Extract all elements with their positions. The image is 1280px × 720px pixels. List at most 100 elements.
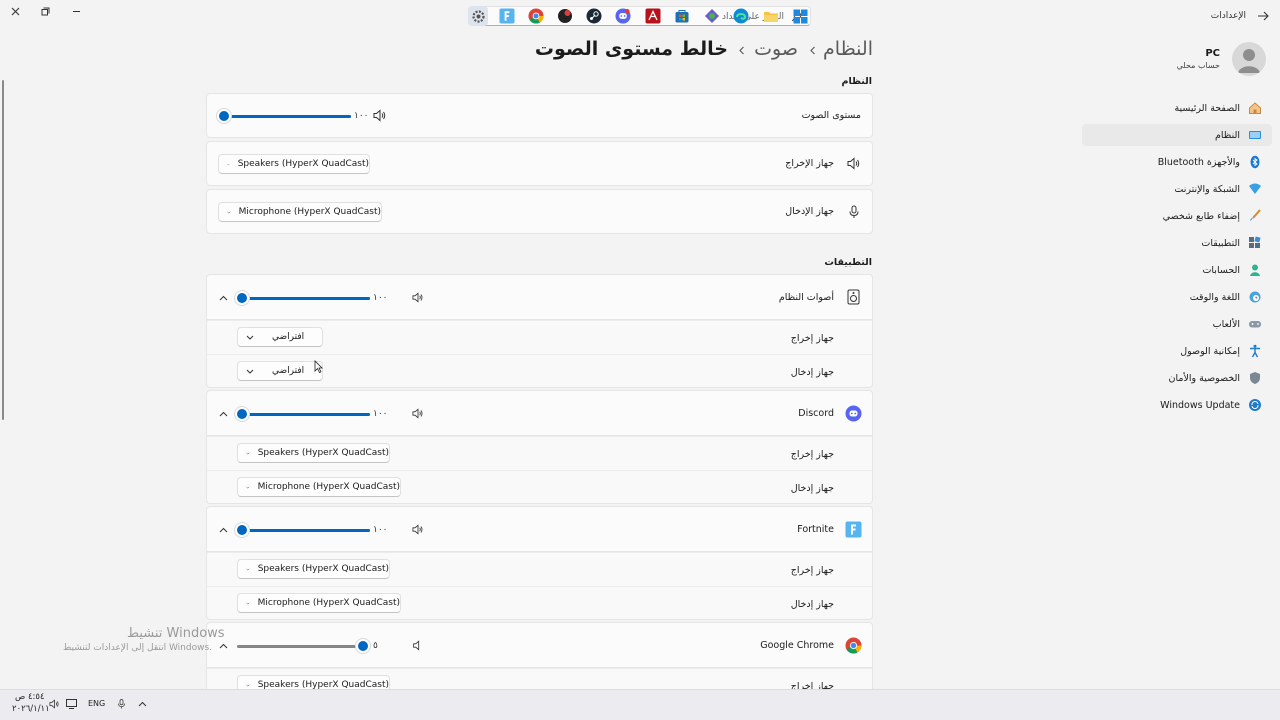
avatar[interactable] (1232, 42, 1266, 76)
app-input-dropdown[interactable]: Microphone (HyperX QuadCast) (237, 593, 401, 613)
back-button[interactable] (1256, 9, 1270, 23)
speaker-icon[interactable] (412, 408, 424, 419)
volume-tray-icon[interactable] (49, 699, 60, 709)
microphone-tray-icon[interactable] (117, 698, 126, 710)
bluetooth-icon (1248, 155, 1262, 169)
app-output-row: جهاز إخراج Speakers (HyperX QuadCast) (206, 668, 873, 695)
slider-thumb[interactable] (237, 525, 247, 535)
taskbar-store[interactable] (672, 6, 692, 26)
breadcrumb-item-sound[interactable]: صوت (754, 38, 798, 60)
taskbar-file-explorer[interactable] (761, 6, 781, 26)
discord-icon (845, 405, 862, 422)
input-label: جهاز إدخال (790, 599, 834, 610)
sidebar-item-label: إمكانية الوصول (1180, 345, 1240, 357)
speaker-icon[interactable] (412, 524, 424, 535)
scrollbar[interactable] (2, 80, 4, 420)
speaker-low-icon[interactable] (412, 640, 422, 651)
taskbar-chrome[interactable] (526, 6, 546, 26)
speaker-icon[interactable] (412, 292, 424, 303)
app-name: Fortnite (797, 524, 834, 535)
taskbar-discord[interactable] (613, 6, 633, 26)
app-input-dropdown[interactable]: Microphone (HyperX QuadCast) (237, 477, 401, 497)
dropdown-value: افتراضي (272, 366, 305, 376)
sidebar-item-home[interactable]: الصفحة الرئيسية (1082, 97, 1272, 119)
sidebar-item-apps[interactable]: التطبيقات (1082, 232, 1272, 254)
sidebar-item-windows-update[interactable]: Windows Update (1082, 394, 1272, 416)
taskbar-fortnite[interactable] (497, 6, 517, 26)
app-name: Google Chrome (760, 640, 834, 651)
network-tray-icon[interactable] (66, 699, 77, 709)
sidebar-item-bluetooth[interactable]: Bluetooth والأجهزة (1082, 151, 1272, 173)
taskbar-settings[interactable] (468, 6, 488, 26)
taskbar-date[interactable]: ٢٠٢٦/١/١١ (12, 704, 50, 714)
sidebar-item-gaming[interactable]: الألعاب (1082, 313, 1272, 335)
slider-thumb[interactable] (219, 111, 229, 121)
app-name: أصوات النظام (778, 292, 834, 303)
slider-thumb[interactable] (358, 641, 369, 651)
dropdown-value: Microphone (HyperX QuadCast) (238, 207, 381, 217)
chevron-up-icon[interactable] (219, 411, 228, 417)
app-output-dropdown[interactable]: افتراضي (237, 327, 323, 347)
language-indicator[interactable]: ENG (88, 699, 105, 708)
output-label: جهاز إخراج (790, 565, 834, 576)
close-button[interactable] (0, 0, 30, 22)
output-device-dropdown[interactable]: Speakers (HyperX QuadCast) (218, 154, 370, 174)
taskbar (0, 689, 1280, 720)
dropdown-value: Speakers (HyperX QuadCast) (257, 564, 389, 574)
sidebar-item-privacy[interactable]: الخصوصية والأمان (1082, 367, 1272, 389)
app-output-row: جهاز إخراج Speakers (HyperX QuadCast) (206, 552, 873, 586)
app-input-dropdown[interactable]: افتراضي (237, 361, 323, 381)
sidebar-item-network[interactable]: الشبكة والإنترنت (1082, 178, 1272, 200)
speaker-box-icon (847, 289, 860, 305)
minimize-button[interactable] (61, 0, 91, 22)
activation-watermark-subtitle: انتقل إلى الإعدادات لتنشيط Windows. (63, 643, 212, 653)
taskbar-time[interactable]: ٤:٥٤ ص (15, 692, 45, 702)
taskbar-start[interactable] (790, 6, 810, 26)
taskbar-adobe[interactable] (643, 6, 663, 26)
app-volume-slider[interactable] (237, 525, 370, 535)
sidebar-item-accounts[interactable]: الحسابات (1082, 259, 1272, 281)
section-heading-system: النظام (841, 76, 873, 87)
app-volume-slider[interactable] (237, 641, 370, 651)
slider-fill (242, 413, 370, 416)
app-output-dropdown[interactable]: Speakers (HyperX QuadCast) (237, 559, 390, 579)
dropdown-value: Microphone (HyperX QuadCast) (257, 598, 400, 608)
chevron-up-icon[interactable] (138, 701, 147, 707)
chevron-up-icon[interactable] (219, 643, 228, 649)
breadcrumb-item-system[interactable]: النظام (823, 38, 873, 60)
sidebar-item-personalization[interactable]: إضفاء طابع شخصي (1082, 205, 1272, 227)
slider-thumb[interactable] (237, 293, 247, 303)
app-output-dropdown[interactable]: Speakers (HyperX QuadCast) (237, 443, 390, 463)
input-device-label: جهاز الإدخال (785, 206, 834, 217)
search-box[interactable] (469, 6, 811, 26)
sidebar-item-label: النظام (1215, 129, 1240, 141)
sidebar-item-label: الشبكة والإنترنت (1174, 183, 1240, 195)
taskbar-steam[interactable] (584, 6, 604, 26)
slider-fill (242, 297, 370, 300)
taskbar-app[interactable] (702, 6, 722, 26)
app-volume-slider[interactable] (237, 409, 370, 419)
maximize-button[interactable] (30, 0, 60, 22)
chevron-up-icon[interactable] (219, 527, 228, 533)
sidebar-item-accessibility[interactable]: إمكانية الوصول (1082, 340, 1272, 362)
app-volume-value: ١٠٠ (373, 409, 388, 419)
master-volume-slider[interactable] (219, 111, 351, 121)
sidebar-item-label: الألعاب (1212, 318, 1240, 330)
chevron-up-icon[interactable] (219, 295, 228, 301)
chevron-down-icon (246, 684, 250, 687)
master-volume-card: مستوى الصوت ١٠٠ (206, 93, 873, 138)
sidebar-item-system[interactable]: النظام (1082, 124, 1272, 146)
input-device-dropdown[interactable]: Microphone (HyperX QuadCast) (218, 202, 382, 222)
fortnite-icon (499, 8, 515, 24)
app-icon (558, 9, 572, 23)
globe-clock-icon (1248, 290, 1262, 304)
minimize-icon (72, 10, 80, 12)
accessibility-icon (1248, 344, 1262, 358)
chevron-down-icon (246, 452, 250, 455)
profile-name: PC (1205, 48, 1220, 59)
sidebar-item-time-language[interactable]: اللغة والوقت (1082, 286, 1272, 308)
app-volume-slider[interactable] (237, 293, 370, 303)
taskbar-edge[interactable] (731, 6, 751, 26)
slider-thumb[interactable] (237, 409, 247, 419)
taskbar-app[interactable] (555, 6, 575, 26)
